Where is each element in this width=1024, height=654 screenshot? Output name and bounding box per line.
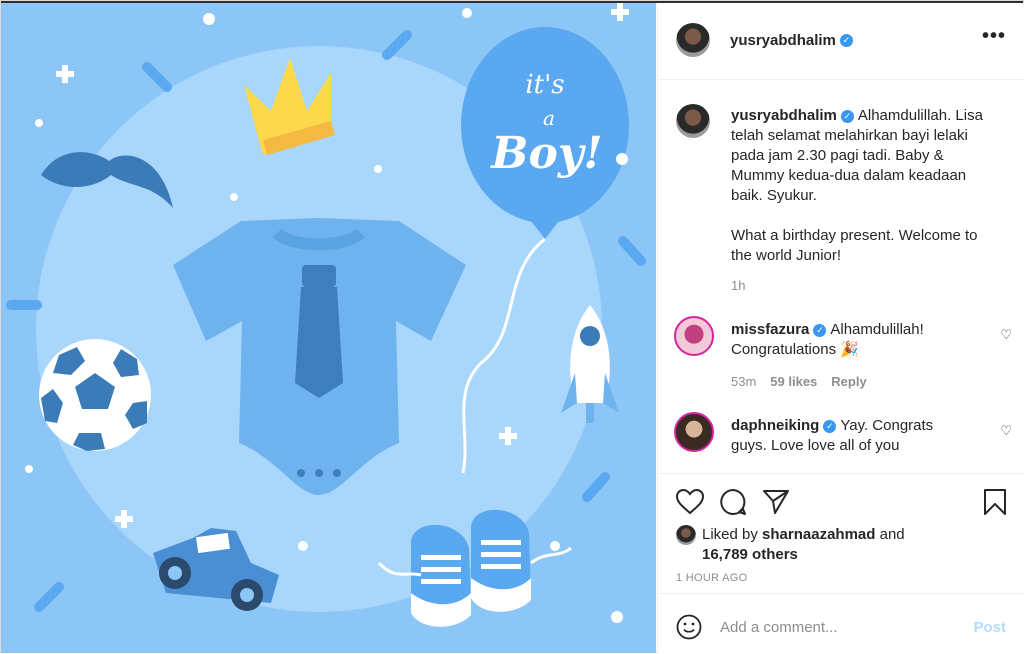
- share-send-icon[interactable]: [762, 489, 790, 515]
- commenter-avatar[interactable]: [674, 316, 714, 356]
- comment-time[interactable]: 53m: [731, 374, 756, 389]
- post-actions: Liked by sharnaazahmad and 16,789 others…: [658, 473, 1024, 593]
- comment-text: missfazura ✓ Alhamdulillah! Congratulation…: [731, 320, 1001, 360]
- comment-username[interactable]: missfazura: [731, 321, 809, 338]
- liker-username[interactable]: sharnaazahmad: [762, 526, 875, 543]
- caption-time[interactable]: 1h: [731, 278, 745, 293]
- likes-prefix: Liked by: [702, 526, 758, 543]
- save-bookmark-icon[interactable]: [983, 488, 1007, 516]
- add-comment-input[interactable]: Add a comment...: [720, 619, 838, 636]
- caption-text: yusryabdhalim ✓ Alhamdulillah. Lisa telah …: [731, 106, 1001, 266]
- balloon-text-its: it's: [525, 70, 564, 100]
- balloon-text-a: a: [543, 106, 555, 130]
- comment-line: Congratulations 🎉: [731, 341, 859, 358]
- post-header: yusryabdhalim ✓ •••: [658, 3, 1024, 80]
- caption-line: Alhamdulillah. Lisa: [857, 107, 983, 124]
- caption-line: Mummy kedua-dua dalam keadaan: [731, 167, 967, 184]
- comment-likes[interactable]: 59 likes: [770, 374, 817, 389]
- caption-line: the world Junior!: [731, 247, 842, 264]
- liker-avatar[interactable]: [676, 525, 696, 545]
- caption-line: What a birthday present. Welcome to: [731, 227, 978, 244]
- likes-and: and: [879, 526, 905, 543]
- emoji-icon[interactable]: [676, 614, 702, 640]
- more-options-icon[interactable]: •••: [982, 25, 1006, 48]
- comment-meta: 53m 59 likes Reply: [731, 374, 867, 389]
- caption-line: pada jam 2.30 pagi tadi. Baby &: [731, 147, 944, 164]
- comment-username[interactable]: daphneiking: [731, 417, 819, 434]
- add-comment-bar: Add a comment... Post: [658, 593, 1024, 654]
- baby-boy-illustration: it's a Boy!: [1, 3, 656, 653]
- likes-summary: Liked by sharnaazahmad and 16,789 others: [702, 525, 905, 565]
- caption-avatar[interactable]: [676, 104, 710, 138]
- comment-line: Alhamdulillah!: [830, 321, 924, 338]
- caption-username[interactable]: yusryabdhalim: [731, 107, 837, 124]
- comments-section: yusryabdhalim ✓ Alhamdulillah. Lisa telah …: [658, 80, 1024, 474]
- verified-badge-icon: ✓: [813, 323, 827, 337]
- reply-button[interactable]: Reply: [831, 374, 866, 389]
- commenter-avatar[interactable]: [674, 412, 714, 452]
- verified-badge-icon: ✓: [823, 419, 837, 433]
- post-side-panel: yusryabdhalim ✓ ••• yusryabdhalim ✓ Alhamdu…: [657, 3, 1024, 653]
- post-comment-button[interactable]: Post: [973, 619, 1006, 636]
- caption-line: telah selamat melahirkan bayi lelaki: [731, 127, 968, 144]
- likes-count[interactable]: 16,789 others: [702, 546, 798, 563]
- verified-badge-icon: ✓: [839, 34, 853, 48]
- username-link[interactable]: yusryabdhalim: [730, 32, 836, 49]
- post-image[interactable]: it's a Boy!: [1, 3, 656, 653]
- avatar[interactable]: [676, 23, 710, 57]
- comment-line: Yay. Congrats: [840, 417, 934, 434]
- comment-text: daphneiking ✓ Yay. Congrats guys. Love lov…: [731, 416, 1001, 456]
- caption-line: baik. Syukur.: [731, 187, 817, 204]
- verified-badge-icon: ✓: [840, 109, 854, 123]
- comment-like-heart-icon[interactable]: ♡: [1000, 327, 1012, 343]
- like-heart-icon[interactable]: [676, 489, 704, 515]
- balloon-text-boy: Boy!: [489, 128, 602, 179]
- comment-like-heart-icon[interactable]: ♡: [1000, 423, 1012, 439]
- comment-line: guys. Love love all of you: [731, 437, 900, 454]
- post-timestamp[interactable]: 1 HOUR AGO: [676, 572, 747, 584]
- comment-bubble-icon[interactable]: [719, 488, 747, 516]
- soccer-ball-icon: [39, 339, 151, 451]
- header-user: yusryabdhalim ✓: [730, 32, 857, 50]
